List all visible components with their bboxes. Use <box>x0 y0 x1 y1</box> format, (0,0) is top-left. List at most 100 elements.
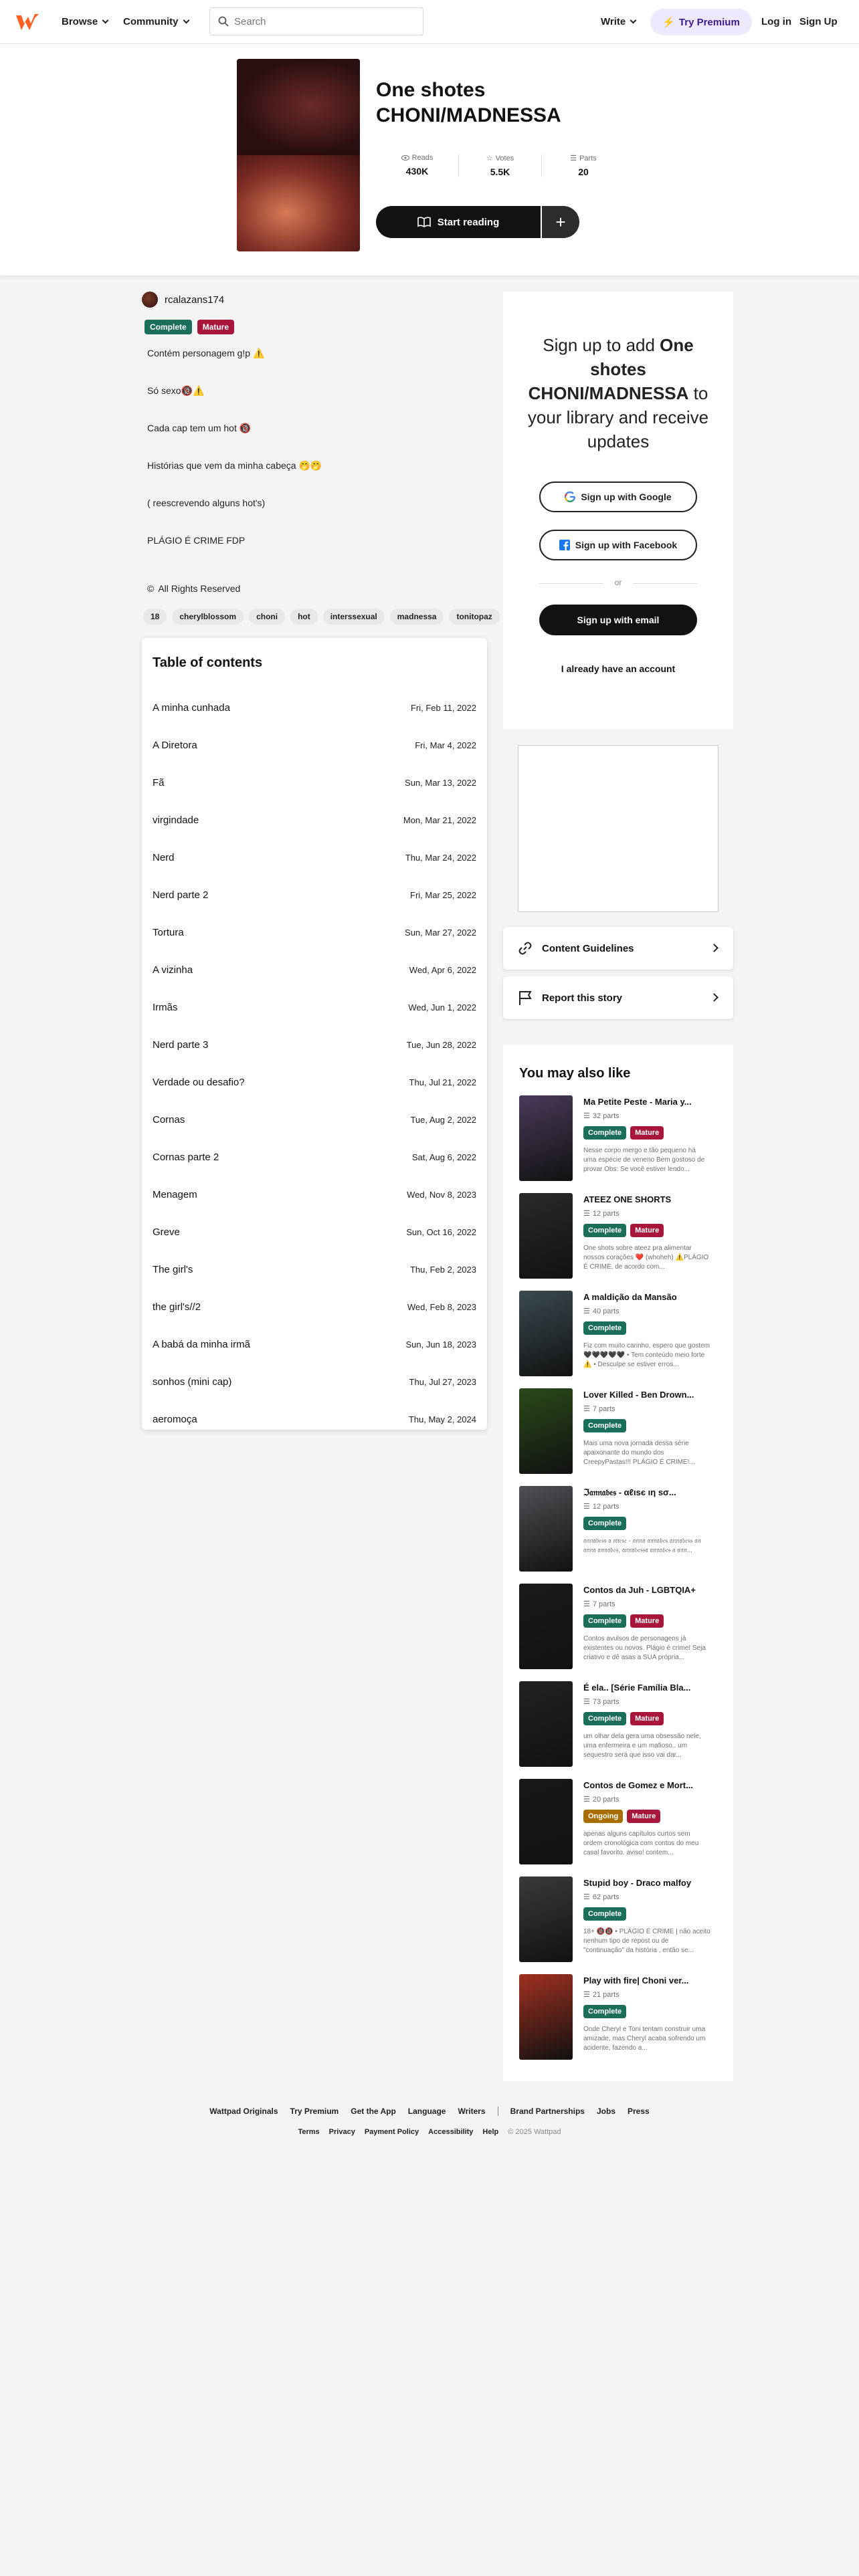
footer-link[interactable]: Get the App <box>351 2107 396 2116</box>
toc-item[interactable]: virgindade Mon, Mar 21, 2022 <box>142 801 487 839</box>
toc-item[interactable]: Greve Sun, Oct 16, 2022 <box>142 1213 487 1251</box>
content-guidelines-link[interactable]: Content Guidelines <box>503 927 733 970</box>
footer-link[interactable]: Writers <box>458 2107 485 2116</box>
footer-link[interactable]: Accessibility <box>428 2128 473 2136</box>
recommended-story-title[interactable]: ATEEZ ONE SHORTS <box>583 1194 717 1204</box>
footer-link[interactable]: Language <box>408 2107 446 2116</box>
toc-item-date: Thu, May 2, 2024 <box>408 1414 476 1424</box>
report-story-label: Report this story <box>542 992 623 1004</box>
recommended-story[interactable]: Play with fire| Choni ver... ☰ 21 parts Com… <box>519 1974 717 2060</box>
toc-item[interactable]: The girl's Thu, Feb 2, 2023 <box>142 1251 487 1288</box>
toc-item[interactable]: Tortura Sun, Mar 27, 2022 <box>142 914 487 951</box>
story-cover[interactable] <box>237 59 360 251</box>
footer-link[interactable]: Brand Partnerships <box>510 2107 585 2116</box>
footer-link[interactable]: Wattpad Originals <box>209 2107 278 2116</box>
toc-item[interactable]: A vizinha Wed, Apr 6, 2022 <box>142 951 487 988</box>
footer-link[interactable]: Jobs <box>597 2107 615 2116</box>
recommended-story-cover[interactable] <box>519 1095 573 1181</box>
recommended-story-title[interactable]: A maldição da Mansão <box>583 1292 717 1302</box>
footer-link[interactable]: Press <box>628 2107 650 2116</box>
tag[interactable]: 18 <box>143 609 167 625</box>
complete-badge: Complete <box>583 2005 627 2018</box>
recommendations-heading: You may also like <box>519 1066 631 1081</box>
toc-item[interactable]: Menagem Wed, Nov 8, 2023 <box>142 1176 487 1213</box>
recommended-story-cover[interactable] <box>519 1779 573 1864</box>
search-box[interactable] <box>209 7 423 35</box>
recommended-story-title[interactable]: Ma Petite Peste - Maria y... <box>583 1097 717 1107</box>
recommended-story[interactable]: Contos da Juh - LGBTQIA+ ☰ 7 parts Complete… <box>519 1584 717 1669</box>
mature-badge: Mature <box>630 1614 664 1628</box>
toc-item[interactable]: Nerd Thu, Mar 24, 2022 <box>142 839 487 876</box>
recommended-story[interactable]: Ma Petite Peste - Maria y... ☰ 32 parts Com… <box>519 1095 717 1181</box>
recommended-story[interactable]: A maldição da Mansão ☰ 40 parts Complete Fiz… <box>519 1291 717 1376</box>
recommended-story-title[interactable]: Play with fire| Choni ver... <box>583 1975 717 1985</box>
recommended-story-title[interactable]: É ela.. [Série Família Bla... <box>583 1683 717 1693</box>
recommended-story[interactable]: Stupid boy - Draco malfoy ☰ 62 parts Comple… <box>519 1876 717 1962</box>
recommended-story-title[interactable]: Stupid boy - Draco malfoy <box>583 1878 717 1888</box>
toc-item[interactable]: A Diretora Fri, Mar 4, 2022 <box>142 726 487 764</box>
toc-item[interactable]: Verdade ou desafio? Thu, Jul 21, 2022 <box>142 1063 487 1101</box>
story-title: One shotes CHONI/MADNESSA <box>376 79 561 126</box>
toc-item[interactable]: Cornas parte 2 Sat, Aug 6, 2022 <box>142 1138 487 1176</box>
login-link[interactable]: I already have an account <box>503 663 733 674</box>
email-signup-button[interactable]: Sign up with email <box>539 605 697 635</box>
recommended-story-title[interactable]: Contos da Juh - LGBTQIA+ <box>583 1585 717 1595</box>
toc-item-title: The girl's <box>153 1263 193 1275</box>
tag[interactable]: choni <box>249 609 286 625</box>
footer-link[interactable]: Privacy <box>329 2128 355 2136</box>
browse-menu[interactable]: Browse <box>62 16 109 27</box>
toc-item[interactable]: Cornas Tue, Aug 2, 2022 <box>142 1101 487 1138</box>
signup-link[interactable]: Sign Up <box>799 16 838 27</box>
recommended-story[interactable]: ATEEZ ONE SHORTS ☰ 12 parts Complete Mature O… <box>519 1193 717 1279</box>
recommended-story-title[interactable]: Lover Killed - Ben Drown... <box>583 1390 717 1400</box>
login-link[interactable]: Log in <box>761 16 791 27</box>
tag[interactable]: hot <box>290 609 318 625</box>
wattpad-logo-icon[interactable] <box>15 11 41 33</box>
author-link[interactable]: rcalazans174 <box>142 292 224 308</box>
tag[interactable]: cherylblossom <box>172 609 244 625</box>
recommended-story-cover[interactable] <box>519 1388 573 1474</box>
recommended-story[interactable]: Lover Killed - Ben Drown... ☰ 7 parts Compl… <box>519 1388 717 1474</box>
toc-item[interactable]: aeromoça Thu, May 2, 2024 <box>142 1400 487 1438</box>
toc-item[interactable]: Irmãs Wed, Jun 1, 2022 <box>142 988 487 1026</box>
toc-item-title: Nerd parte 3 <box>153 1039 209 1051</box>
recommended-story-cover[interactable] <box>519 1291 573 1376</box>
tag[interactable]: madnessa <box>389 609 444 625</box>
start-reading-button[interactable]: Start reading <box>376 206 541 238</box>
toc-item[interactable]: sonhos (mini cap) Thu, Jul 27, 2023 <box>142 1363 487 1400</box>
recommended-story-cover[interactable] <box>519 1193 573 1279</box>
tag[interactable]: tonitopaz <box>449 609 500 625</box>
add-to-library-button[interactable]: + <box>542 206 579 238</box>
recommended-story-cover[interactable] <box>519 1584 573 1669</box>
report-story-link[interactable]: Report this story <box>503 976 733 1019</box>
recommended-story[interactable]: Contos de Gomez e Mort... ☰ 20 parts Ongoin… <box>519 1779 717 1864</box>
community-menu[interactable]: Community <box>123 16 189 27</box>
toc-item[interactable]: A babá da minha irmã Sun, Jun 18, 2023 <box>142 1325 487 1363</box>
tag[interactable]: interssexual <box>322 609 385 625</box>
footer-link[interactable]: Help <box>482 2128 498 2136</box>
recommended-story[interactable]: É ela.. [Série Família Bla... ☰ 73 parts Co… <box>519 1681 717 1767</box>
facebook-signup-button[interactable]: Sign up with Facebook <box>539 530 697 560</box>
recommended-story-title[interactable]: ℑ𝔞𝔫𝔫𝔞𝔟𝔢𝔰 - αℓιѕє ιη ѕσ... <box>583 1487 717 1498</box>
try-premium-button[interactable]: ⚡ Try Premium <box>650 9 752 35</box>
recommended-story[interactable]: ℑ𝔞𝔫𝔫𝔞𝔟𝔢𝔰 - αℓιѕє ιη ѕσ... ☰ 12 parts Comple… <box>519 1486 717 1572</box>
write-menu[interactable]: Write <box>601 16 637 27</box>
footer-link[interactable]: Payment Policy <box>365 2128 419 2136</box>
recommended-story-cover[interactable] <box>519 1486 573 1572</box>
toc-item[interactable]: the girl's//2 Wed, Feb 8, 2023 <box>142 1288 487 1325</box>
toc-item[interactable]: A minha cunhada Fri, Feb 11, 2022 <box>142 689 487 726</box>
toc-item-title: sonhos (mini cap) <box>153 1376 232 1388</box>
complete-badge: Complete <box>583 1517 627 1530</box>
footer-link[interactable]: Try Premium <box>290 2107 339 2116</box>
recommended-story-cover[interactable] <box>519 1876 573 1962</box>
recommended-story-cover[interactable] <box>519 1974 573 2060</box>
search-input[interactable] <box>234 15 408 27</box>
footer-link[interactable]: Terms <box>298 2128 319 2136</box>
toc-item[interactable]: Nerd parte 3 Tue, Jun 28, 2022 <box>142 1026 487 1063</box>
recommended-story-parts: ☰ 62 parts <box>583 1893 619 1902</box>
toc-item[interactable]: Nerd parte 2 Fri, Mar 25, 2022 <box>142 876 487 914</box>
toc-item[interactable]: Fã Sun, Mar 13, 2022 <box>142 764 487 801</box>
recommended-story-title[interactable]: Contos de Gomez e Mort... <box>583 1780 717 1790</box>
recommended-story-cover[interactable] <box>519 1681 573 1767</box>
google-signup-button[interactable]: Sign up with Google <box>539 481 697 512</box>
